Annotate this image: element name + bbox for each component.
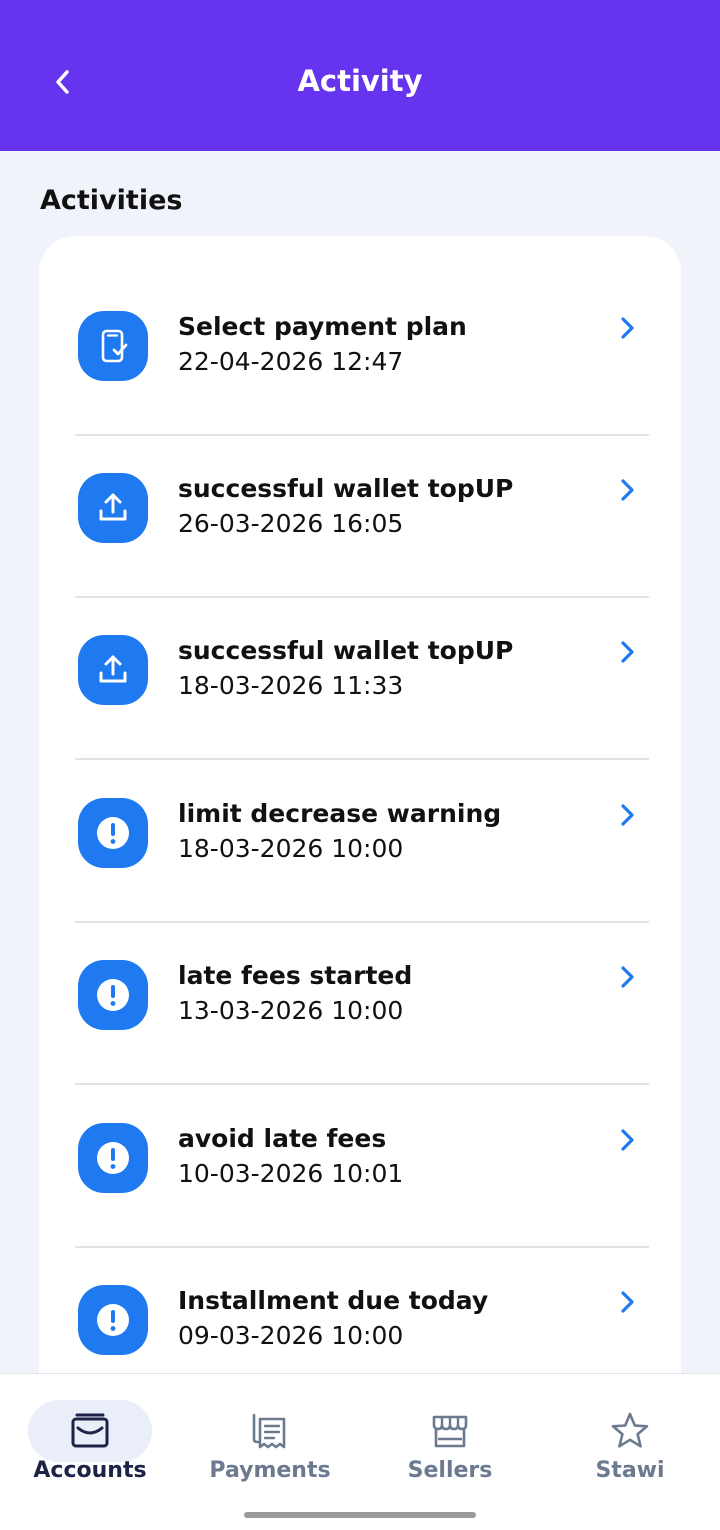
wallet-icon: [71, 1413, 109, 1448]
row-divider: [75, 1246, 649, 1248]
chevron-right-icon: [621, 317, 634, 339]
activity-date: 13-03-2026 10:00: [178, 996, 404, 1025]
phone-check-icon: [78, 311, 148, 381]
home-indicator[interactable]: [244, 1512, 476, 1518]
row-divider: [75, 1083, 649, 1085]
chevron-right-icon: [621, 804, 634, 826]
app-header: Activity: [0, 0, 720, 151]
nav-label: Payments: [209, 1458, 331, 1483]
alert-icon: [78, 798, 148, 868]
activity-title: avoid late fees: [178, 1124, 387, 1153]
activity-title: successful wallet topUP: [178, 474, 514, 503]
nav-payments[interactable]: Payments: [180, 1374, 360, 1494]
activity-row[interactable]: avoid late fees 10-03-2026 10:01: [75, 1123, 649, 1285]
activity-row[interactable]: successful wallet topUP 26-03-2026 16:05: [75, 473, 649, 635]
row-divider: [75, 596, 649, 598]
activities-card: Select payment plan 22-04-2026 12:47 suc…: [39, 236, 681, 1436]
nav-stawi[interactable]: Stawi: [540, 1374, 720, 1494]
page-title: Activity: [297, 64, 423, 98]
activity-title: Select payment plan: [178, 312, 467, 341]
nav-label: Sellers: [407, 1458, 493, 1483]
chevron-right-icon: [621, 1291, 634, 1313]
alert-icon: [78, 1285, 148, 1355]
nav-label: Accounts: [33, 1458, 147, 1483]
receipt-icon: [252, 1413, 286, 1449]
activity-title: late fees started: [178, 961, 413, 990]
activity-title: successful wallet topUP: [178, 636, 514, 665]
activity-date: 26-03-2026 16:05: [178, 509, 404, 538]
upload-icon: [78, 473, 148, 543]
activity-row[interactable]: late fees started 13-03-2026 10:00: [75, 960, 649, 1122]
section-title: Activities: [40, 185, 183, 216]
activity-title: Installment due today: [178, 1286, 489, 1315]
activity-row[interactable]: successful wallet topUP 18-03-2026 11:33: [75, 635, 649, 797]
activity-title: limit decrease warning: [178, 799, 502, 828]
chevron-right-icon: [621, 641, 634, 663]
activity-row[interactable]: Select payment plan 22-04-2026 12:47: [75, 311, 649, 473]
row-divider: [75, 758, 649, 760]
activity-date: 18-03-2026 10:00: [178, 834, 404, 863]
nav-sellers[interactable]: Sellers: [360, 1374, 540, 1494]
upload-icon: [78, 635, 148, 705]
nav-accounts[interactable]: Accounts: [0, 1374, 180, 1494]
activity-date: 22-04-2026 12:47: [178, 347, 404, 376]
row-divider: [75, 921, 649, 923]
nav-label: Stawi: [595, 1458, 665, 1483]
chevron-right-icon: [621, 1129, 634, 1151]
activity-row[interactable]: limit decrease warning 18-03-2026 10:00: [75, 798, 649, 960]
row-divider: [75, 434, 649, 436]
activity-date: 18-03-2026 11:33: [178, 671, 404, 700]
bottom-nav: Accounts Payments Sellers Stawi: [0, 1373, 720, 1530]
activity-date: 09-03-2026 10:00: [178, 1321, 404, 1350]
alert-icon: [78, 1123, 148, 1193]
alert-icon: [78, 960, 148, 1030]
chevron-right-icon: [621, 966, 634, 988]
star-icon: [611, 1412, 649, 1448]
activity-date: 10-03-2026 10:01: [178, 1159, 404, 1188]
chevron-right-icon: [621, 479, 634, 501]
store-icon: [432, 1415, 468, 1448]
